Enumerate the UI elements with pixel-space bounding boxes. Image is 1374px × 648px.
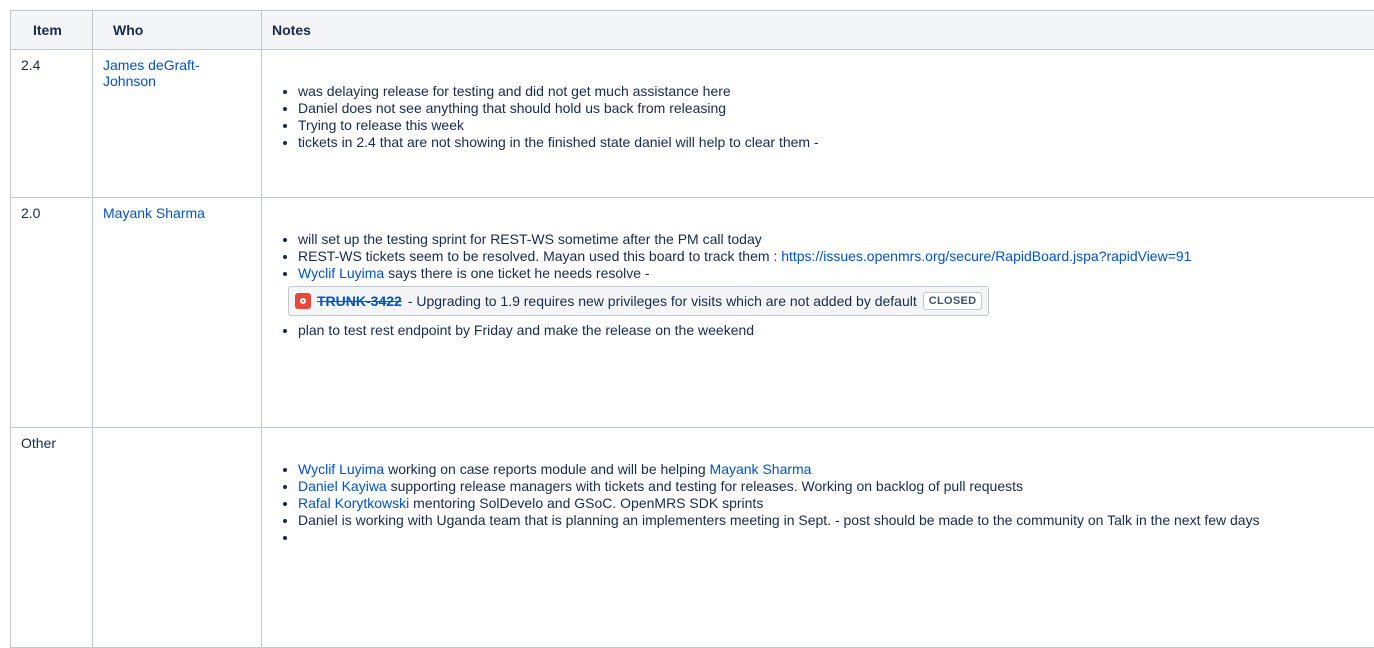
jira-status-badge: CLOSED — [923, 292, 983, 310]
notes-cell: will set up the testing sprint for REST-… — [262, 198, 1374, 428]
list-item: Wyclif Luyima says there is one ticket h… — [298, 265, 1374, 282]
notes-list: will set up the testing sprint for REST-… — [272, 231, 1374, 282]
meeting-notes-table: Item Who Notes 2.4 James deGraft-Johnson… — [10, 10, 1374, 648]
who-cell — [93, 428, 262, 648]
list-item: tickets in 2.4 that are not showing in t… — [298, 134, 1374, 151]
header-who: Who — [93, 11, 262, 50]
jira-issue-summary: - Upgrading to 1.9 requires new privileg… — [408, 292, 917, 310]
header-item: Item — [11, 11, 93, 50]
who-cell: Mayank Sharma — [93, 198, 262, 428]
who-cell: James deGraft-Johnson — [93, 50, 262, 198]
note-text: REST-WS tickets seem to be resolved. May… — [298, 248, 781, 264]
notes-list: plan to test rest endpoint by Friday and… — [272, 322, 1374, 339]
note-text: supporting release managers with tickets… — [387, 478, 1023, 494]
list-item: REST-WS tickets seem to be resolved. May… — [298, 248, 1374, 265]
table-row: 2.4 James deGraft-Johnson was delaying r… — [11, 50, 1374, 198]
user-mention-link[interactable]: Wyclif Luyima — [298, 461, 384, 477]
user-mention-link[interactable]: Mayank Sharma — [710, 461, 812, 477]
table-row: Other Wyclif Luyima working on case repo… — [11, 428, 1374, 648]
list-item: Daniel is working with Uganda team that … — [298, 512, 1374, 529]
item-cell: 2.0 — [11, 198, 93, 428]
list-item: Trying to release this week — [298, 117, 1374, 134]
notes-cell: Wyclif Luyima working on case reports mo… — [262, 428, 1374, 648]
list-item: Daniel Kayiwa supporting release manager… — [298, 478, 1374, 495]
user-mention-link[interactable]: Daniel Kayiwa — [298, 478, 387, 494]
note-text: working on case reports module and will … — [384, 461, 709, 477]
list-item: Rafal Korytkowski mentoring SolDevelo an… — [298, 495, 1374, 512]
table-header-row: Item Who Notes — [11, 11, 1374, 50]
note-text: says there is one ticket he needs resolv… — [384, 265, 649, 281]
notes-list: Wyclif Luyima working on case reports mo… — [272, 461, 1374, 546]
header-notes: Notes — [262, 11, 1374, 50]
jira-bug-icon — [295, 293, 311, 309]
item-cell: 2.4 — [11, 50, 93, 198]
list-item: will set up the testing sprint for REST-… — [298, 231, 1374, 248]
user-mention-link[interactable]: Rafal Korytkowski — [298, 495, 409, 511]
list-item: was delaying release for testing and did… — [298, 83, 1374, 100]
rapid-board-link[interactable]: https://issues.openmrs.org/secure/RapidB… — [781, 248, 1191, 264]
jira-issue-key-link[interactable]: TRUNK-3422 — [317, 292, 402, 310]
jira-issue-macro: TRUNK-3422 - Upgrading to 1.9 requires n… — [288, 286, 989, 316]
item-cell: Other — [11, 428, 93, 648]
user-mention-link[interactable]: Wyclif Luyima — [298, 265, 384, 281]
list-item-empty[interactable] — [298, 529, 1374, 546]
list-item: Wyclif Luyima working on case reports mo… — [298, 461, 1374, 478]
list-item: Daniel does not see anything that should… — [298, 100, 1374, 117]
notes-list: was delaying release for testing and did… — [272, 83, 1374, 151]
table-row: 2.0 Mayank Sharma will set up the testin… — [11, 198, 1374, 428]
list-item: plan to test rest endpoint by Friday and… — [298, 322, 1374, 339]
notes-cell: was delaying release for testing and did… — [262, 50, 1374, 198]
user-mention-link[interactable]: James deGraft-Johnson — [103, 57, 199, 89]
user-mention-link[interactable]: Mayank Sharma — [103, 205, 205, 221]
note-text: mentoring SolDevelo and GSoC. OpenMRS SD… — [409, 495, 763, 511]
